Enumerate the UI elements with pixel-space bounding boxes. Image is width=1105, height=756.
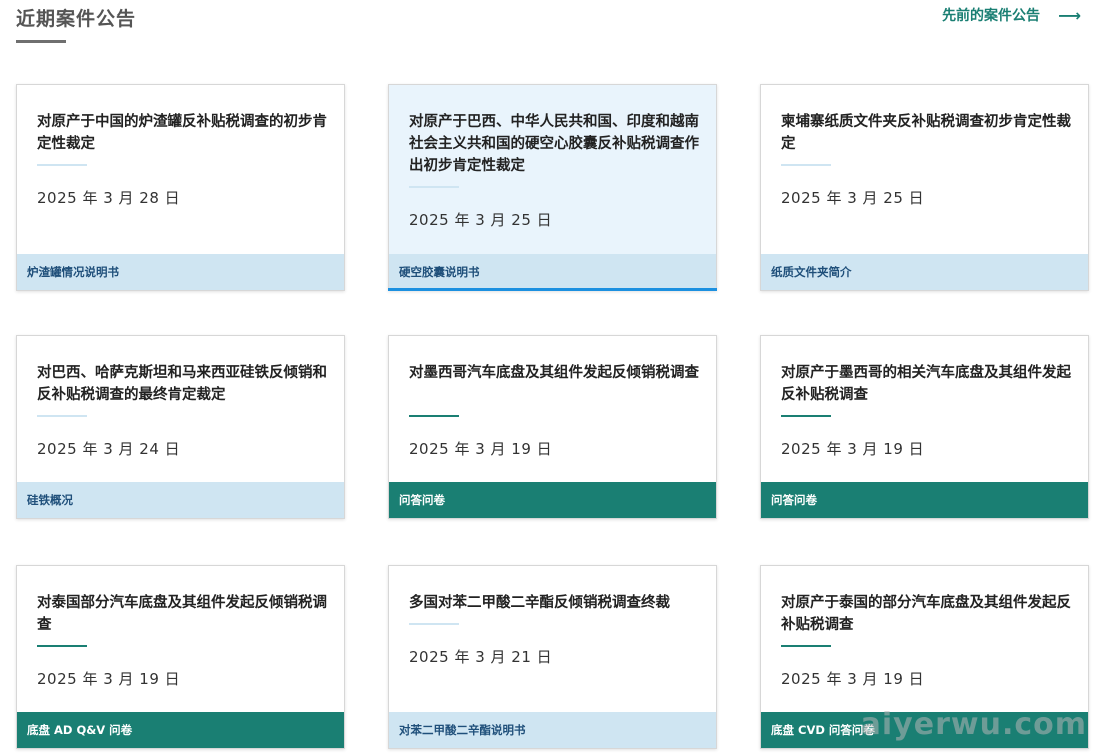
card-title: 对墨西哥汽车底盘及其组件发起反倾销税调查 [409, 365, 699, 381]
announcement-card[interactable]: 对墨西哥汽车底盘及其组件发起反倾销税调查 2025 年 3 月 19 日 问答问… [388, 335, 717, 519]
announcement-card[interactable]: 对原产于巴西、中华人民共和国、印度和越南社会主义共和国的硬空心胶囊反补贴税调查作… [388, 84, 717, 291]
card-divider [409, 186, 459, 188]
announcement-card[interactable]: 对原产于中国的炉渣罐反补贴税调查的初步肯定性裁定 2025 年 3 月 28 日… [16, 84, 345, 291]
card-title: 对泰国部分汽车底盘及其组件发起反倾销税调查 [37, 595, 327, 633]
card-divider [37, 164, 87, 166]
card-date: 2025 年 3 月 25 日 [409, 211, 553, 229]
page-header: 近期案件公告 先前的案件公告 ⟶ [0, 0, 1105, 60]
title-underline [16, 40, 66, 43]
card-date: 2025 年 3 月 21 日 [409, 648, 553, 666]
card-footer-link[interactable]: 问答问卷 [761, 482, 1088, 518]
card-footer-link[interactable]: 底盘 AD Q&V 问卷 [17, 712, 344, 748]
card-footer-link[interactable]: 炉渣罐情况说明书 [17, 254, 344, 290]
card-title: 对原产于中国的炉渣罐反补贴税调查的初步肯定性裁定 [37, 114, 327, 152]
card-date: 2025 年 3 月 25 日 [781, 189, 925, 207]
page-title: 近期案件公告 [16, 8, 137, 30]
card-divider [409, 415, 459, 417]
card-date: 2025 年 3 月 19 日 [409, 440, 553, 458]
card-footer-link[interactable]: 问答问卷 [389, 482, 716, 518]
card-divider [781, 415, 831, 417]
card-title: 对巴西、哈萨克斯坦和马来西亚硅铁反倾销和反补贴税调查的最终肯定裁定 [37, 365, 327, 403]
card-divider [409, 623, 459, 625]
announcement-card[interactable]: 对泰国部分汽车底盘及其组件发起反倾销税调查 2025 年 3 月 19 日 底盘… [16, 565, 345, 749]
card-footer-link[interactable]: 硬空胶囊说明书 [389, 254, 716, 290]
card-title: 多国对苯二甲酸二辛酯反倾销税调查终裁 [409, 595, 670, 611]
announcement-card[interactable]: 柬埔寨纸质文件夹反补贴税调查初步肯定性裁定 2025 年 3 月 25 日 纸质… [760, 84, 1089, 291]
card-divider [781, 164, 831, 166]
card-footer-link[interactable]: 纸质文件夹简介 [761, 254, 1088, 290]
previous-announcements-label: 先前的案件公告 [942, 8, 1041, 24]
card-date: 2025 年 3 月 19 日 [781, 670, 925, 688]
card-title: 对原产于巴西、中华人民共和国、印度和越南社会主义共和国的硬空心胶囊反补贴税调查作… [409, 114, 699, 174]
card-title: 对原产于墨西哥的相关汽车底盘及其组件发起反补贴税调查 [781, 365, 1071, 403]
card-footer-link[interactable]: 硅铁概况 [17, 482, 344, 518]
announcement-card[interactable]: 对原产于墨西哥的相关汽车底盘及其组件发起反补贴税调查 2025 年 3 月 19… [760, 335, 1089, 519]
announcement-card[interactable]: 多国对苯二甲酸二辛酯反倾销税调查终裁 2025 年 3 月 21 日 对苯二甲酸… [388, 565, 717, 749]
card-divider [781, 645, 831, 647]
card-title: 对原产于泰国的部分汽车底盘及其组件发起反补贴税调查 [781, 595, 1071, 633]
card-date: 2025 年 3 月 19 日 [37, 670, 181, 688]
card-divider [37, 645, 87, 647]
announcement-card[interactable]: 对巴西、哈萨克斯坦和马来西亚硅铁反倾销和反补贴税调查的最终肯定裁定 2025 年… [16, 335, 345, 519]
arrow-right-icon: ⟶ [1058, 5, 1081, 25]
card-date: 2025 年 3 月 19 日 [781, 440, 925, 458]
previous-announcements-link[interactable]: 先前的案件公告 ⟶ [942, 5, 1081, 25]
card-title: 柬埔寨纸质文件夹反补贴税调查初步肯定性裁定 [781, 114, 1071, 152]
card-divider [37, 415, 87, 417]
watermark: aiyerwu.com [860, 707, 1087, 742]
active-indicator [388, 288, 717, 291]
card-date: 2025 年 3 月 28 日 [37, 189, 181, 207]
card-footer-link[interactable]: 对苯二甲酸二辛酯说明书 [389, 712, 716, 748]
card-date: 2025 年 3 月 24 日 [37, 440, 181, 458]
